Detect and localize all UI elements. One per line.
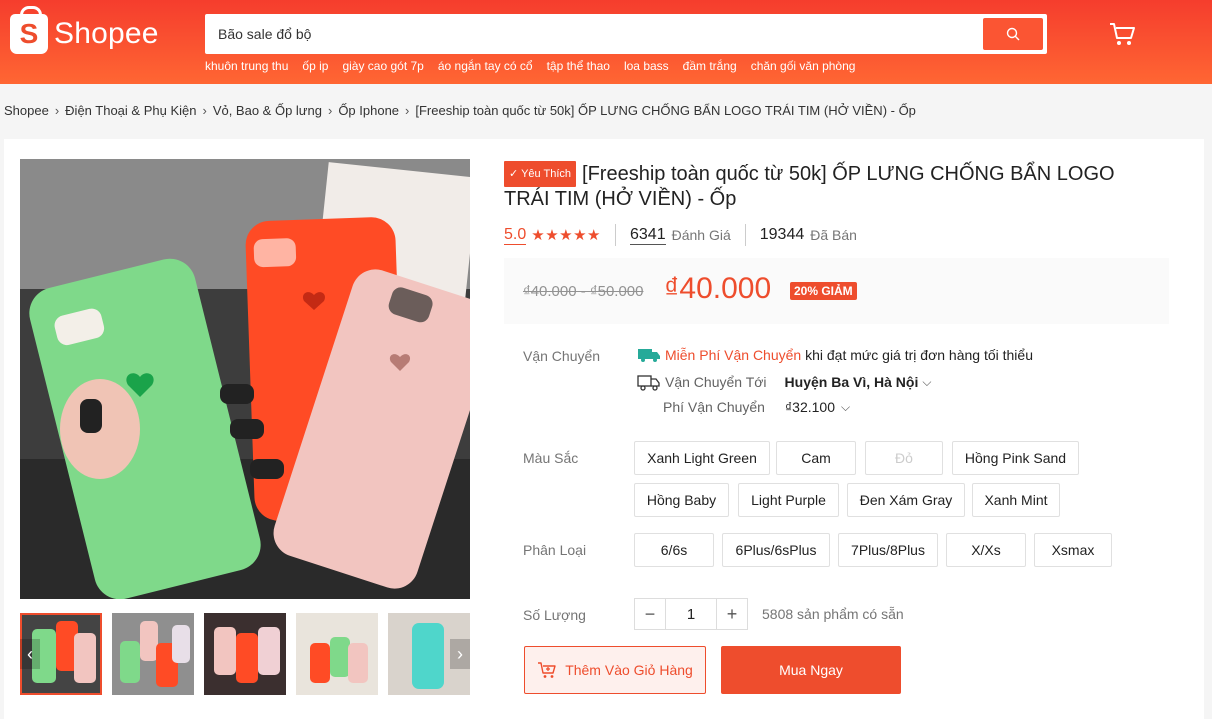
breadcrumb-link[interactable]: Shopee	[4, 103, 49, 118]
product-card: ‹ › ✓ Yêu Thích [Freeship toàn quốc từ 50…	[4, 139, 1204, 719]
variant-option[interactable]: 6Plus/6sPlus	[722, 533, 830, 567]
quantity-input[interactable]: 1	[666, 598, 716, 630]
add-to-cart-icon	[538, 662, 556, 678]
variant-option[interactable]: Xsmax	[1034, 533, 1112, 567]
product-stats: 5.0 ★★★★★ 6341 Đánh Giá 19344 Đã Bán	[504, 224, 857, 246]
chevron-right-icon: ›	[54, 103, 60, 118]
suggestion-link[interactable]: loa bass	[624, 59, 669, 73]
chevron-down-icon[interactable]: ⌵	[841, 400, 850, 415]
breadcrumb-link[interactable]: Ốp Iphone	[338, 103, 399, 118]
search-icon	[1006, 27, 1020, 41]
price-box: ₫40.000 - ₫50.000 ₫40.000 20% GIẢM	[504, 258, 1169, 324]
breadcrumb: Shopee › Điện Thoại & Phụ Kiện › Vỏ, Bao &…	[4, 103, 916, 118]
variant-option[interactable]: 7Plus/8Plus	[838, 533, 938, 567]
truck-icon	[637, 375, 660, 391]
breadcrumb-current: [Freeship toàn quốc từ 50k] ỐP LƯNG CHỐN…	[415, 103, 916, 118]
thumbnail-strip: ‹ ›	[20, 613, 470, 695]
color-option-cam[interactable]: Cam	[776, 441, 856, 475]
suggestion-link[interactable]: tập thể thao	[547, 59, 610, 73]
color-option-mint[interactable]: Xanh Mint	[972, 483, 1060, 517]
free-shipping-condition: khi đạt mức giá trị đơn hàng tối thiểu	[805, 347, 1033, 363]
product-main-image[interactable]	[20, 159, 470, 599]
ship-to-location[interactable]: Huyện Ba Vì, Hà Nội	[785, 374, 919, 390]
free-shipping-text: Miễn Phí Vận Chuyển	[665, 347, 802, 363]
quantity-label: Số Lượng	[523, 607, 586, 623]
chevron-right-icon[interactable]: ›	[450, 639, 470, 669]
thumbnail-3[interactable]	[204, 613, 286, 695]
search-button[interactable]	[983, 18, 1043, 50]
sold-label: Đã Bán	[810, 227, 857, 243]
color-option-gray[interactable]: Đen Xám Gray	[847, 483, 965, 517]
free-shipping-icon	[638, 349, 660, 362]
quantity-stepper: − 1 +	[634, 598, 748, 630]
breadcrumb-link[interactable]: Vỏ, Bao & Ốp lưng	[213, 103, 322, 118]
site-header: S Shopee khuôn trung thu ốp ip giày cao …	[0, 0, 1212, 84]
suggestion-link[interactable]: giày cao gót 7p	[342, 59, 423, 73]
chevron-right-icon: ›	[327, 103, 333, 118]
color-option-light-green[interactable]: Xanh Light Green	[634, 441, 770, 475]
rating-value[interactable]: 5.0	[504, 226, 527, 245]
ship-to-line: Vận Chuyển Tới Huyện Ba Vì, Hà Nội ⌵	[637, 373, 931, 391]
cart-button[interactable]	[1108, 20, 1138, 50]
ship-to-label: Vận Chuyển Tới	[665, 374, 767, 390]
color-label: Màu Sắc	[523, 450, 579, 466]
variant-option[interactable]: 6/6s	[634, 533, 714, 567]
thumbnail-2[interactable]	[112, 613, 194, 695]
shipping-fee-line: Phí Vận Chuyển ₫32.100 ⌵	[663, 399, 850, 415]
suggestion-link[interactable]: chăn gối văn phòng	[751, 59, 856, 73]
color-option-light-purple[interactable]: Light Purple	[738, 483, 839, 517]
search-input[interactable]	[205, 14, 975, 54]
breadcrumb-link[interactable]: Điện Thoại & Phụ Kiện	[65, 103, 196, 118]
add-to-cart-label: Thêm Vào Giỏ Hàng	[565, 662, 693, 678]
chevron-right-icon: ›	[202, 103, 207, 118]
shopping-bag-logo-icon: S	[10, 6, 48, 54]
shipping-fee-value[interactable]: ₫32.100	[785, 399, 835, 415]
thumbnail-4[interactable]	[296, 613, 378, 695]
variant-option[interactable]: X/Xs	[946, 533, 1026, 567]
discount-badge: 20% GIẢM	[790, 282, 857, 300]
reviews-label: Đánh Giá	[671, 227, 731, 243]
sold-count: 19344	[759, 226, 805, 243]
search-bar	[205, 14, 1047, 54]
cart-icon	[1110, 23, 1135, 45]
logo-text: Shopee	[54, 17, 159, 50]
search-suggestions: khuôn trung thu ốp ip giày cao gót 7p áo…	[205, 59, 855, 73]
product-title: ✓ Yêu Thích [Freeship toàn quốc từ 50k] Ố…	[504, 161, 1115, 210]
quantity-increase-button[interactable]: +	[716, 598, 748, 630]
favorite-badge: ✓ Yêu Thích	[504, 161, 577, 187]
free-shipping-line: Miễn Phí Vận Chuyển khi đạt mức giá trị …	[637, 347, 1033, 363]
current-price: ₫40.000	[664, 272, 772, 305]
color-option-hong-baby[interactable]: Hồng Baby	[634, 483, 729, 517]
shipping-label: Vận Chuyển	[523, 348, 601, 364]
add-to-cart-button[interactable]: Thêm Vào Giỏ Hàng	[524, 646, 706, 694]
color-option-pink-sand[interactable]: Hồng Pink Sand	[952, 441, 1079, 475]
shopee-logo[interactable]: S Shopee	[10, 6, 159, 54]
shipping-fee-label: Phí Vận Chuyển	[663, 399, 765, 415]
buy-now-button[interactable]: Mua Ngay	[721, 646, 901, 694]
suggestion-link[interactable]: đầm trắng	[683, 59, 737, 73]
original-price: ₫40.000 - ₫50.000	[523, 283, 644, 300]
stock-available: 5808 sản phẩm có sẵn	[762, 606, 904, 622]
variant-label: Phân Loại	[523, 542, 587, 558]
quantity-decrease-button[interactable]: −	[634, 598, 666, 630]
color-option-do: Đỏ	[865, 441, 943, 475]
suggestion-link[interactable]: áo ngắn tay có cổ	[438, 59, 533, 73]
chevron-left-icon[interactable]: ‹	[20, 639, 40, 669]
suggestion-link[interactable]: khuôn trung thu	[205, 59, 288, 73]
star-rating-icon: ★★★★★	[531, 227, 601, 244]
chevron-right-icon: ›	[405, 103, 410, 118]
reviews-count[interactable]: 6341	[630, 226, 666, 245]
chevron-down-icon[interactable]: ⌵	[922, 375, 931, 390]
suggestion-link[interactable]: ốp ip	[302, 59, 328, 73]
